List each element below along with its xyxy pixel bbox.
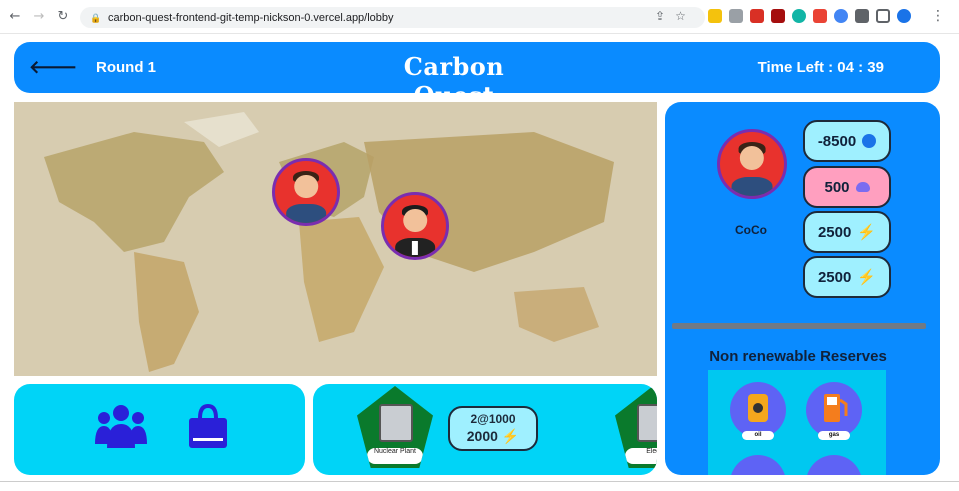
lock-icon: 🔒 — [90, 12, 102, 23]
users-icon[interactable] — [95, 404, 147, 448]
shopping-bag-icon[interactable] — [184, 402, 232, 450]
coal-reserve[interactable] — [730, 455, 786, 475]
divider — [672, 323, 926, 329]
game-header: 🡐 Round 1 Carbon Quest Time Left : 04 : … — [14, 42, 940, 110]
carbon-stat: 500 — [803, 166, 891, 208]
card-label: Elec — [625, 448, 657, 464]
price-line: 2@1000 — [470, 412, 516, 426]
player-sidebar: CoCo -8500 500 2500 ⚡ 2500 ⚡ Non renewab… — [665, 102, 940, 475]
address-bar[interactable]: 🔒 carbon-quest-frontend-git-temp-nickson… — [80, 7, 705, 28]
world-map[interactable] — [14, 102, 657, 376]
back-icon[interactable]: ← — [6, 8, 24, 26]
bolt-icon: ⚡ — [857, 269, 877, 286]
energy-stat-2: 2500 ⚡ — [803, 256, 891, 298]
map-image — [14, 102, 657, 376]
sidepanel-icon[interactable] — [876, 9, 890, 23]
extension-icon[interactable] — [792, 9, 806, 23]
puzzle-icon[interactable] — [855, 9, 869, 23]
gas-pump-icon — [824, 394, 848, 422]
gas-reserve[interactable]: gas — [806, 382, 862, 440]
profile-avatar[interactable] — [897, 9, 911, 23]
power-plant-market: Nuclear Plant 2@1000 2000 ⚡ Elec — [313, 384, 657, 475]
browser-chrome: ← → ↻ 🔒 carbon-quest-frontend-git-temp-n… — [0, 0, 959, 34]
reload-icon[interactable]: ↻ — [54, 8, 72, 26]
coin-icon — [862, 134, 877, 148]
reserve-label: gas — [818, 431, 850, 440]
cloud-icon — [855, 182, 870, 192]
share-icon[interactable]: ⇪ — [655, 9, 665, 23]
back-arrow-icon[interactable]: 🡐 — [29, 57, 77, 78]
oil-reserve[interactable]: oil — [730, 382, 786, 440]
energy-value: 2000 — [466, 428, 498, 444]
reserve-label: oil — [742, 431, 774, 440]
forward-icon[interactable]: → — [30, 8, 48, 26]
reserves-grid: oil gas — [708, 370, 886, 475]
reserves-title: Non renewable Reserves — [709, 348, 887, 365]
opponent-avatar-on-map[interactable] — [381, 192, 449, 260]
bolt-icon: ⚡ — [857, 224, 877, 241]
extension-icon[interactable] — [729, 9, 743, 23]
nuclear-plant-icon — [379, 404, 413, 442]
extensions-bar — [708, 9, 911, 23]
money-stat: -8500 — [803, 120, 891, 162]
bolt-icon: ⚡ — [501, 428, 520, 444]
url-text: carbon-quest-frontend-git-temp-nickson-0… — [108, 11, 394, 24]
card-label: Nuclear Plant — [367, 448, 423, 464]
time-left: Time Left : 04 : 39 — [757, 59, 884, 76]
extension-icon[interactable] — [750, 9, 764, 23]
extension-icon[interactable] — [834, 9, 848, 23]
menu-icon[interactable]: ⋮ — [931, 8, 945, 24]
player-name: CoCo — [735, 223, 767, 237]
actions-panel — [14, 384, 305, 475]
shield-extension-icon[interactable] — [771, 9, 785, 23]
player-avatar-coco-on-map[interactable] — [272, 158, 340, 226]
plant-cost-box[interactable]: 2@1000 2000 ⚡ — [448, 406, 538, 451]
energy-stat-1: 2500 ⚡ — [803, 211, 891, 253]
oil-barrel-icon — [748, 394, 768, 422]
electric-plant-card[interactable]: Elec — [615, 386, 657, 468]
drive-extension-icon[interactable] — [708, 9, 722, 23]
player-avatar — [717, 129, 787, 199]
bookmark-star-icon[interactable]: ☆ — [675, 9, 686, 23]
round-label: Round 1 — [96, 59, 156, 76]
building-icon — [637, 404, 657, 442]
uranium-reserve[interactable] — [806, 455, 862, 475]
nuclear-plant-card[interactable]: Nuclear Plant — [357, 386, 433, 468]
page-bottom-border — [0, 481, 959, 482]
extension-icon[interactable] — [813, 9, 827, 23]
